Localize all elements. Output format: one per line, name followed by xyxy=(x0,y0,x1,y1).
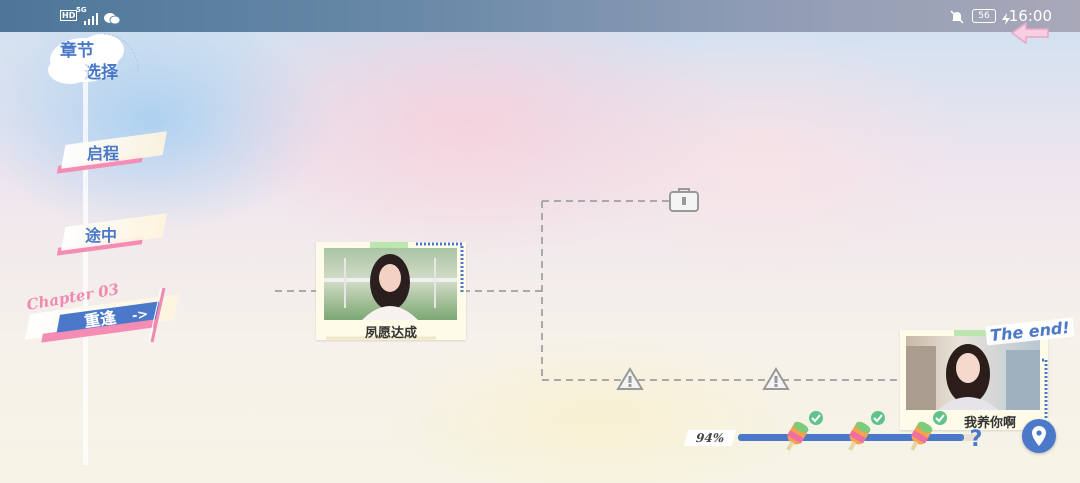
warning-icon xyxy=(616,367,644,390)
node-scene-image xyxy=(906,336,1040,410)
node-scene-image xyxy=(324,248,457,320)
progress-marker-1[interactable] xyxy=(780,410,826,454)
question-mark-icon: ? xyxy=(970,427,983,452)
popsicle-icon xyxy=(910,411,947,451)
svg-text:?: ? xyxy=(970,427,983,450)
location-pin-icon xyxy=(1032,426,1046,446)
story-node-fengyuan[interactable]: 夙愿达成 xyxy=(316,242,466,341)
locked-node[interactable] xyxy=(668,187,700,213)
progress-marker-unknown[interactable]: ? xyxy=(966,424,986,452)
hidden-node-1[interactable] xyxy=(616,367,644,391)
portrait-girl-icon xyxy=(906,344,1040,410)
warning-icon xyxy=(762,367,790,390)
progress-percent: 94% xyxy=(683,430,737,446)
progress-marker-2[interactable] xyxy=(842,410,888,454)
popsicle-icon xyxy=(848,411,885,451)
lock-icon xyxy=(669,188,699,212)
progress-marker-3[interactable] xyxy=(904,410,950,454)
locate-button[interactable] xyxy=(1022,419,1056,453)
portrait-girl-icon xyxy=(324,254,457,320)
node-title: 夙愿达成 xyxy=(364,326,417,341)
hidden-node-2[interactable] xyxy=(762,367,790,391)
popsicle-icon xyxy=(786,411,823,451)
